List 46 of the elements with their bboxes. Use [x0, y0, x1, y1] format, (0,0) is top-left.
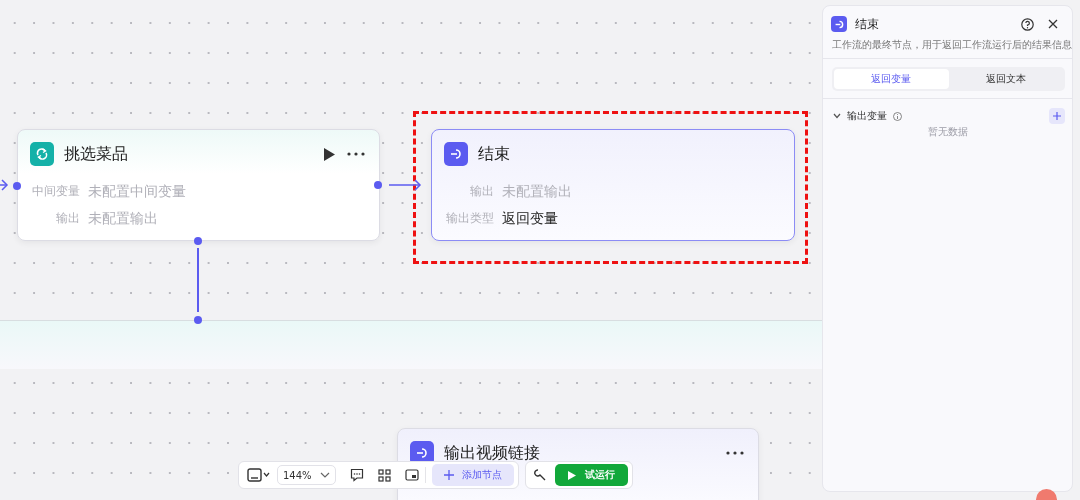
wrench-icon[interactable] — [533, 468, 547, 482]
play-icon[interactable] — [324, 147, 335, 161]
node-card[interactable]: 结束 输出 未配置输出 输出类型 返回变量 — [431, 129, 795, 241]
field-value: 返回变量 — [502, 209, 558, 228]
panel-title: 结束 — [855, 15, 879, 33]
field-label: 输出 — [55, 210, 80, 227]
port-dot[interactable] — [194, 237, 202, 245]
info-icon — [893, 111, 902, 121]
field-value: 未配置输出 — [502, 182, 572, 201]
field-value: 未配置中间变量 — [88, 182, 186, 201]
connector-line — [197, 247, 199, 313]
segment-tab[interactable]: 返回变量 — [834, 69, 949, 89]
section-title: 输出变量 — [847, 109, 887, 123]
field-label: 输出 — [469, 183, 494, 200]
node-icon — [30, 142, 54, 166]
help-icon[interactable] — [1021, 17, 1034, 31]
layout-icon[interactable] — [247, 468, 271, 482]
close-icon[interactable] — [1048, 19, 1058, 29]
field-label: 中间变量 — [31, 183, 80, 200]
chevron-icon[interactable] — [833, 113, 841, 119]
minimap-icon[interactable] — [404, 468, 419, 482]
plus-icon — [443, 470, 454, 480]
caret-icon — [319, 472, 330, 478]
empty-state-text: 暂无数据 — [926, 125, 969, 139]
field-value: 未配置输出 — [88, 209, 158, 228]
add-node-button[interactable]: 添加节点 — [431, 464, 514, 486]
port-dot[interactable] — [13, 182, 21, 190]
segment-tab[interactable]: 返回文本 — [948, 69, 1063, 89]
more-icon[interactable] — [347, 152, 365, 156]
field-label: 输出类型 — [445, 210, 494, 227]
connector-arrow — [388, 179, 422, 191]
play-icon — [567, 470, 576, 480]
end-node-icon — [831, 16, 847, 32]
port-dot[interactable] — [194, 316, 202, 324]
node-title: 输出视频链接 — [444, 442, 540, 464]
grid-icon[interactable] — [377, 468, 391, 482]
zoom-dropdown[interactable]: 144% — [277, 465, 336, 485]
node-title: 结束 — [478, 143, 510, 165]
comment-icon[interactable] — [349, 468, 364, 482]
port-dot[interactable] — [374, 181, 382, 189]
plus-icon — [1053, 112, 1061, 120]
node-icon — [444, 142, 468, 166]
panel-description: 工作流的最终节点，用于返回工作流运行后的结果信息 — [831, 38, 1072, 52]
node-card[interactable]: 挑选菜品 中间变量 未配置中间变量 输出 未配置输出 — [17, 129, 380, 241]
node-title: 挑选菜品 — [64, 143, 128, 165]
more-icon[interactable] — [726, 451, 744, 455]
